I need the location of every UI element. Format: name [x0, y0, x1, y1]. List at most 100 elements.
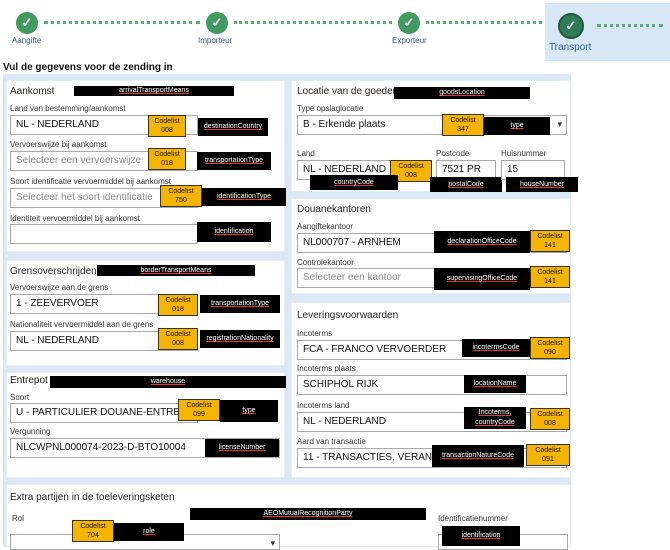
codelist-value: 008	[544, 420, 556, 427]
incoterms-land-select[interactable]: NL - NEDERLAND	[297, 412, 567, 432]
incoterms-land-tag-line1: Incoterms,	[478, 409, 512, 416]
aangiftekantoor-tag: declarationOfficeCode	[434, 231, 530, 253]
extra-partijen-tag: AEOMutualRecognitionParty	[190, 508, 426, 520]
step-exporteur-check-icon: ✓	[398, 12, 420, 34]
incoterms-tag: incotermsCode	[462, 339, 530, 357]
page-title: Vul de gegevens voor de zending in	[3, 62, 173, 73]
vervoerswijze-grens-codelist-badge: Codelist 018	[158, 294, 198, 316]
aangiftekantoor-label: Aangiftekantoor	[297, 222, 354, 231]
vervoerswijze-aankomst-codelist-badge: Codelist 018	[148, 148, 186, 170]
codelist-value: 018	[172, 306, 184, 313]
aankomst-title: Aankomst	[10, 86, 55, 97]
identiteit-vervoermiddel-input[interactable]	[10, 224, 198, 244]
codelist-word: Codelist	[535, 447, 561, 454]
nationaliteit-tag: registrationNationality	[200, 330, 280, 348]
grens-tag: borderTransportMeans	[97, 265, 255, 276]
codelist-word: Codelist	[165, 297, 191, 304]
incoterms-label: Incoterms	[297, 329, 333, 338]
step-transport-label[interactable]: Transport	[549, 42, 591, 53]
locatie-tag: goodsLocation	[394, 87, 530, 99]
land-bestemming-codelist-badge: Codelist 008	[148, 115, 186, 137]
codelist-value: 750	[175, 197, 187, 204]
nationaliteit-label: Nationaliteit vervoermiddel aan de grens	[10, 320, 154, 329]
incoterms-land-tag: Incoterms, countryCode	[464, 407, 526, 429]
aankomst-tag: arrivalTransportMeans	[74, 86, 234, 96]
codelist-word: Codelist	[537, 411, 563, 418]
entrepot-title: Entrepot	[10, 375, 48, 386]
codelist-value: 141	[544, 278, 556, 285]
codelist-word: Codelist	[168, 188, 194, 195]
step-connector	[234, 21, 392, 27]
codelist-word: Codelist	[186, 402, 212, 409]
postcode-tag: postalCode	[430, 177, 502, 192]
land-label: Land	[297, 149, 315, 158]
codelist-value: 008	[405, 172, 417, 179]
land-bestemming-tag: destinationCountry	[198, 118, 268, 136]
type-opslaglocatie-tag: type	[484, 117, 550, 135]
codelist-value: 091	[542, 456, 554, 463]
codelist-value: 090	[544, 349, 556, 356]
vervoerswijze-grens-label: Vervoerswijze aan de grens	[10, 283, 109, 292]
vervoerswijze-aankomst-tag: transportationType	[197, 152, 271, 170]
controlekantoor-label: Controlekantoor	[297, 258, 354, 267]
huisnummer-tag: houseNumber	[506, 177, 578, 192]
codelist-value: 018	[161, 160, 173, 167]
nationaliteit-codelist-badge: Codelist 008	[158, 328, 198, 350]
aard-transactie-tag: transactionNatureCode	[432, 445, 524, 467]
aangiftekantoor-codelist-badge: Codelist 141	[530, 230, 570, 252]
controlekantoor-tag: supervisingOfficeCode	[434, 268, 530, 290]
entrepot-soort-label: Soort	[10, 393, 30, 402]
vergunning-label: Vergunning	[10, 427, 51, 436]
douane-title: Douanekantoren	[297, 204, 371, 215]
vervoerswijze-aankomst-label: Vervoerswijze bij aankomst	[10, 140, 107, 149]
identiteit-vervoermiddel-label: Identiteit vervoermiddel bij aankomst	[10, 214, 140, 223]
identificatienummer-tag: identification	[442, 526, 520, 546]
huisnummer-label: Huisnummer	[501, 149, 547, 158]
vergunning-tag: licenseNumber	[205, 439, 279, 457]
incoterms-land-label: Incoterms land	[297, 401, 350, 410]
step-importeur-label[interactable]: Importeur	[198, 36, 232, 45]
codelist-word: Codelist	[154, 151, 180, 158]
codelist-word: Codelist	[154, 118, 180, 125]
codelist-value: 704	[87, 532, 99, 539]
soort-identificatie-codelist-badge: Codelist 750	[160, 185, 202, 207]
identificatienummer-label: Identificatienummer	[438, 514, 508, 523]
step-aangifte-check-icon: ✓	[16, 12, 38, 34]
incoterms-plaats-input[interactable]: SCHIPHOL RIJK	[297, 375, 567, 395]
soort-identificatie-tag: identificationType	[202, 188, 286, 206]
rol-tag: role	[114, 523, 184, 541]
rol-codelist-badge: Codelist 704	[72, 520, 114, 542]
aard-transactie-label: Aard van transactie	[297, 437, 366, 446]
entrepot-tag: warehouse	[50, 376, 286, 388]
codelist-word: Codelist	[537, 233, 563, 240]
type-opslaglocatie-label: Type opslaglocatie	[297, 104, 364, 113]
aard-transactie-codelist-badge: Codelist 091	[526, 444, 570, 466]
extra-partijen-title: Extra partijen in de toeleveringsketen	[10, 492, 175, 503]
step-connector	[44, 21, 200, 27]
step-aangifte-label[interactable]: Aangifte	[12, 36, 41, 45]
step-transport-check-icon: ✓	[558, 13, 584, 39]
incoterms-land-tag-line2: countryCode	[475, 419, 515, 426]
controlekantoor-codelist-badge: Codelist 141	[530, 266, 570, 288]
codelist-word: Codelist	[165, 331, 191, 338]
levering-title: Leveringsvoorwaarden	[297, 310, 399, 321]
type-opslaglocatie-codelist-badge: Codelist 347	[442, 114, 484, 136]
grens-title: Grensoverschrijdend	[10, 266, 103, 277]
postcode-label: Postcode	[436, 149, 470, 158]
entrepot-soort-select[interactable]: U - PARTICULIER DOUANE-ENTREPOT	[10, 403, 198, 423]
codelist-value: 008	[161, 127, 173, 134]
entrepot-soort-codelist-badge: Codelist 099	[178, 399, 220, 421]
incoterms-land-codelist-badge: Codelist 008	[530, 408, 570, 430]
rol-label: Rol	[12, 514, 25, 523]
codelist-value: 099	[193, 411, 205, 418]
step-connector	[597, 24, 663, 30]
step-connector	[426, 21, 542, 27]
codelist-value: 347	[457, 126, 469, 133]
incoterms-codelist-badge: Codelist 090	[530, 337, 570, 359]
identiteit-vervoermiddel-tag: identification	[197, 222, 271, 242]
codelist-word: Codelist	[398, 163, 424, 170]
codelist-value: 008	[172, 340, 184, 347]
land-bestemming-label: Land van bestemming/aankomst	[10, 104, 126, 113]
step-exporteur-label[interactable]: Exporteur	[392, 36, 427, 45]
codelist-word: Codelist	[80, 523, 106, 530]
